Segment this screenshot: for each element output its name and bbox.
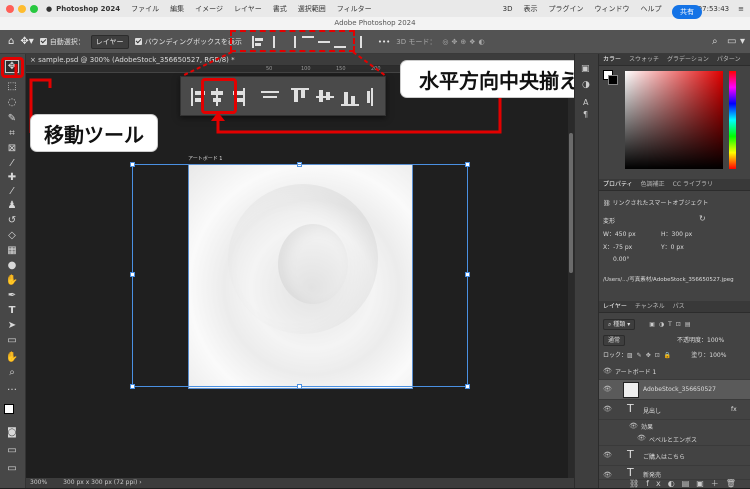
tab-cc-libraries[interactable]: CC ライブラリ: [673, 179, 713, 190]
text-layer-icon: T: [627, 402, 634, 415]
adjust-icon[interactable]: ◑: [582, 80, 590, 90]
tab-properties[interactable]: プロパティ: [603, 179, 633, 190]
linked-file-path: /Users/.../写真素材/AdobeStock_356650527.jpe…: [603, 277, 734, 283]
y-field[interactable]: Y：0 px: [661, 242, 684, 251]
x-field[interactable]: X：-75 px: [603, 242, 632, 251]
fx-icon[interactable]: fx: [731, 406, 737, 413]
hue-slider[interactable]: [729, 71, 736, 169]
kind-label: 種類: [613, 321, 626, 328]
eye-icon[interactable]: 👁: [603, 367, 612, 375]
layer-row[interactable]: 👁 T 見出し fx: [599, 400, 750, 420]
layer-filter-icons[interactable]: ▣◑T⊡▤: [649, 321, 694, 328]
blend-mode-dropdown[interactable]: 通常: [603, 335, 626, 346]
eye-icon[interactable]: 👁: [637, 434, 646, 442]
fill-label: 塗り：: [691, 352, 710, 359]
layer-name: AdobeStock_356650527: [643, 386, 716, 393]
reset-icon[interactable]: ↻: [699, 214, 706, 223]
eye-icon[interactable]: 👁: [603, 405, 612, 413]
effect-row[interactable]: 👁 効果: [599, 420, 750, 432]
smart-object-label: リンクされたスマートオブジェクト: [612, 200, 709, 207]
layers-panel-tabs: レイヤー チャンネル パス: [599, 301, 750, 313]
effect-name: 効果: [641, 424, 654, 431]
tab-channels[interactable]: チャンネル: [635, 301, 665, 312]
color-panel-tabs: カラー スウォッチ グラデーション パターン: [599, 54, 750, 66]
layer-name: アートボード 1: [615, 369, 657, 376]
align-center-callout: 水平方向中央揃え: [401, 61, 597, 97]
tab-color[interactable]: カラー: [603, 54, 621, 65]
tab-adjustments[interactable]: 色調補正: [641, 179, 665, 190]
effect-name: ベベルとエンボス: [649, 437, 698, 444]
height-field[interactable]: H：300 px: [661, 229, 692, 238]
effect-row[interactable]: 👁 ベベルとエンボス: [599, 432, 750, 446]
tab-gradients[interactable]: グラデーション: [667, 54, 709, 65]
layer-filter-dropdown[interactable]: ⌕ 種類 ▾: [603, 319, 636, 330]
fill-field[interactable]: 100%: [709, 352, 726, 359]
layer-name: ご購入はこちら: [643, 454, 686, 461]
lock-label: ロック：: [603, 352, 628, 359]
layer-row-selected[interactable]: 👁 AdobeStock_356650527: [599, 380, 750, 400]
layer-name: 見出し: [643, 408, 662, 415]
move-tool-highlight: [1, 57, 24, 78]
tab-swatches[interactable]: スウォッチ: [629, 54, 659, 65]
lock-icons[interactable]: ▨✎✥⊡🔒: [627, 352, 675, 359]
opacity-field[interactable]: 100%: [707, 337, 724, 344]
panel-dock: ▣ ◑ A ¶: [574, 54, 598, 488]
opacity-label: 不透明度：: [677, 337, 708, 344]
character-icon[interactable]: A: [583, 98, 588, 107]
tab-paths[interactable]: パス: [673, 301, 685, 312]
eye-icon[interactable]: 👁: [603, 471, 612, 479]
paragraph-icon[interactable]: ¶: [583, 110, 588, 119]
text-layer-icon: T: [627, 448, 634, 461]
color-picker-field[interactable]: [625, 71, 723, 169]
eye-icon[interactable]: 👁: [603, 451, 612, 459]
align-center-highlight: [201, 78, 237, 114]
right-panels: カラー スウォッチ グラデーション パターン プロパティ 色調補正 CC ライブ…: [598, 54, 750, 488]
properties-panel-tabs: プロパティ 色調補正 CC ライブラリ: [599, 179, 750, 191]
history-icon[interactable]: ▣: [581, 64, 590, 74]
eye-icon[interactable]: 👁: [603, 385, 612, 393]
bg-color-swatch[interactable]: [608, 75, 618, 85]
tab-layers[interactable]: レイヤー: [603, 301, 627, 312]
layer-thumbnail: [623, 382, 639, 398]
move-tool-callout: 移動ツール: [31, 115, 157, 151]
tab-patterns[interactable]: パターン: [717, 54, 741, 65]
transform-label: 変形: [603, 218, 616, 225]
angle-field[interactable]: 0.00°: [613, 256, 629, 263]
smart-object-icon: ⛓: [603, 200, 613, 207]
layer-action-icons[interactable]: ⛓fx◐▤▣＋🗑: [629, 478, 743, 489]
layer-row[interactable]: 👁 アートボード 1: [599, 362, 750, 380]
width-field[interactable]: W：450 px: [603, 229, 636, 238]
eye-icon[interactable]: 👁: [629, 422, 638, 430]
layer-row[interactable]: 👁 T ご購入はこちら: [599, 446, 750, 466]
